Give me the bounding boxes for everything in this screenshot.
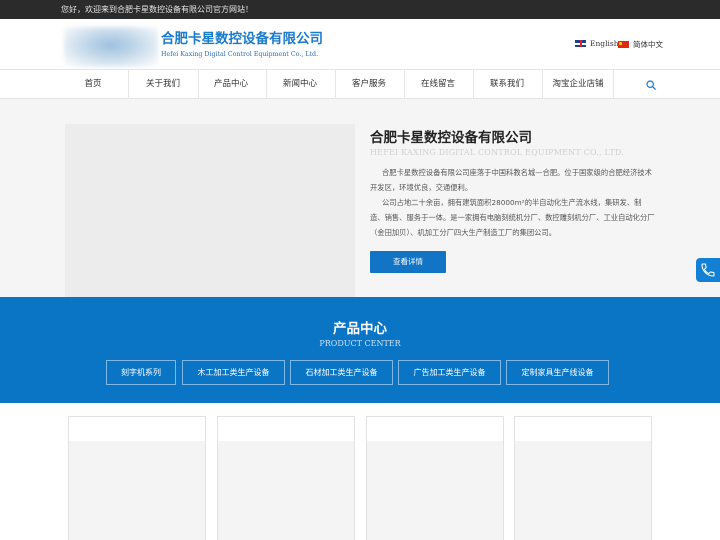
product-image bbox=[69, 441, 205, 540]
nav-item-taobao-store[interactable]: 淘宝企业店铺 bbox=[546, 70, 610, 99]
lang-chinese-link[interactable]: 简体中文 bbox=[618, 39, 663, 50]
nav-item-about[interactable]: 关于我们 bbox=[131, 70, 195, 99]
nav-item-service[interactable]: 客户服务 bbox=[337, 70, 401, 99]
about-title: 合肥卡星数控设备有限公司 bbox=[370, 130, 532, 146]
nav-item-contact[interactable]: 联系我们 bbox=[475, 70, 539, 99]
nav-divider bbox=[335, 70, 336, 99]
nav-item-home[interactable]: 首页 bbox=[61, 70, 125, 99]
about-image bbox=[65, 124, 355, 297]
about-paragraph-1: 合肥卡星数控设备有限公司座落于中国科教名城—合肥。位于国家级的合肥经济技术开发区… bbox=[370, 168, 652, 192]
product-image bbox=[367, 441, 503, 540]
cn-flag-icon bbox=[618, 41, 629, 48]
uk-flag-icon bbox=[575, 40, 586, 47]
search-icon[interactable] bbox=[646, 80, 656, 90]
nav-divider bbox=[542, 70, 543, 99]
nav-item-products[interactable]: 产品中心 bbox=[199, 70, 263, 99]
category-button-woodworking[interactable]: 木工加工类生产设备 bbox=[182, 360, 285, 385]
product-card[interactable] bbox=[366, 416, 504, 540]
welcome-text: 您好，欢迎来到合肥卡星数控设备有限公司官方网站！ bbox=[61, 5, 253, 14]
company-name[interactable]: 合肥卡星数控设备有限公司 bbox=[161, 27, 323, 47]
phone-icon bbox=[701, 263, 715, 277]
category-button-advertising[interactable]: 广告加工类生产设备 bbox=[398, 360, 501, 385]
product-card[interactable] bbox=[68, 416, 206, 540]
floating-phone-button[interactable] bbox=[696, 258, 720, 282]
lang-english-label: English bbox=[590, 39, 619, 48]
nav-item-news[interactable]: 新闻中心 bbox=[268, 70, 332, 99]
about-title-en: HEFEI KAXING DIGITAL CONTROL EQUIPMENT C… bbox=[370, 148, 624, 157]
category-button-custom-furniture[interactable]: 定制家具生产线设备 bbox=[506, 360, 609, 385]
top-bar: 您好，欢迎来到合肥卡星数控设备有限公司官方网站！ bbox=[0, 0, 720, 19]
view-details-button[interactable]: 查看详情 bbox=[370, 251, 446, 273]
category-button-stone[interactable]: 石材加工类生产设备 bbox=[290, 360, 393, 385]
lang-english-link[interactable]: English bbox=[575, 39, 619, 48]
product-center-title-en: PRODUCT CENTER bbox=[319, 339, 401, 348]
site-header: 合肥卡星数控设备有限公司 Hefei Kaxing Digital Contro… bbox=[0, 19, 720, 69]
nav-divider bbox=[128, 70, 129, 99]
company-logo[interactable] bbox=[64, 27, 158, 67]
main-nav: 首页 关于我们 产品中心 新闻中心 客户服务 在线留言 联系我们 淘宝企业店铺 bbox=[0, 69, 720, 99]
nav-divider bbox=[404, 70, 405, 99]
lang-chinese-label: 简体中文 bbox=[633, 40, 663, 49]
product-center-title: 产品中心 bbox=[333, 321, 387, 337]
about-paragraph-2: 公司占地二十余亩，拥有建筑面积28000m²的半自动化生产流水线，集研发、制造、… bbox=[370, 198, 655, 237]
nav-divider bbox=[613, 70, 614, 99]
product-card[interactable] bbox=[217, 416, 355, 540]
company-name-en: Hefei Kaxing Digital Control Equipment C… bbox=[161, 51, 319, 58]
product-center-section bbox=[0, 297, 720, 403]
nav-divider bbox=[266, 70, 267, 99]
category-button-engraver[interactable]: 刻字机系列 bbox=[106, 360, 176, 385]
nav-item-message[interactable]: 在线留言 bbox=[406, 70, 470, 99]
product-card[interactable] bbox=[514, 416, 652, 540]
nav-divider bbox=[473, 70, 474, 99]
product-image bbox=[218, 441, 354, 540]
product-image bbox=[515, 441, 651, 540]
